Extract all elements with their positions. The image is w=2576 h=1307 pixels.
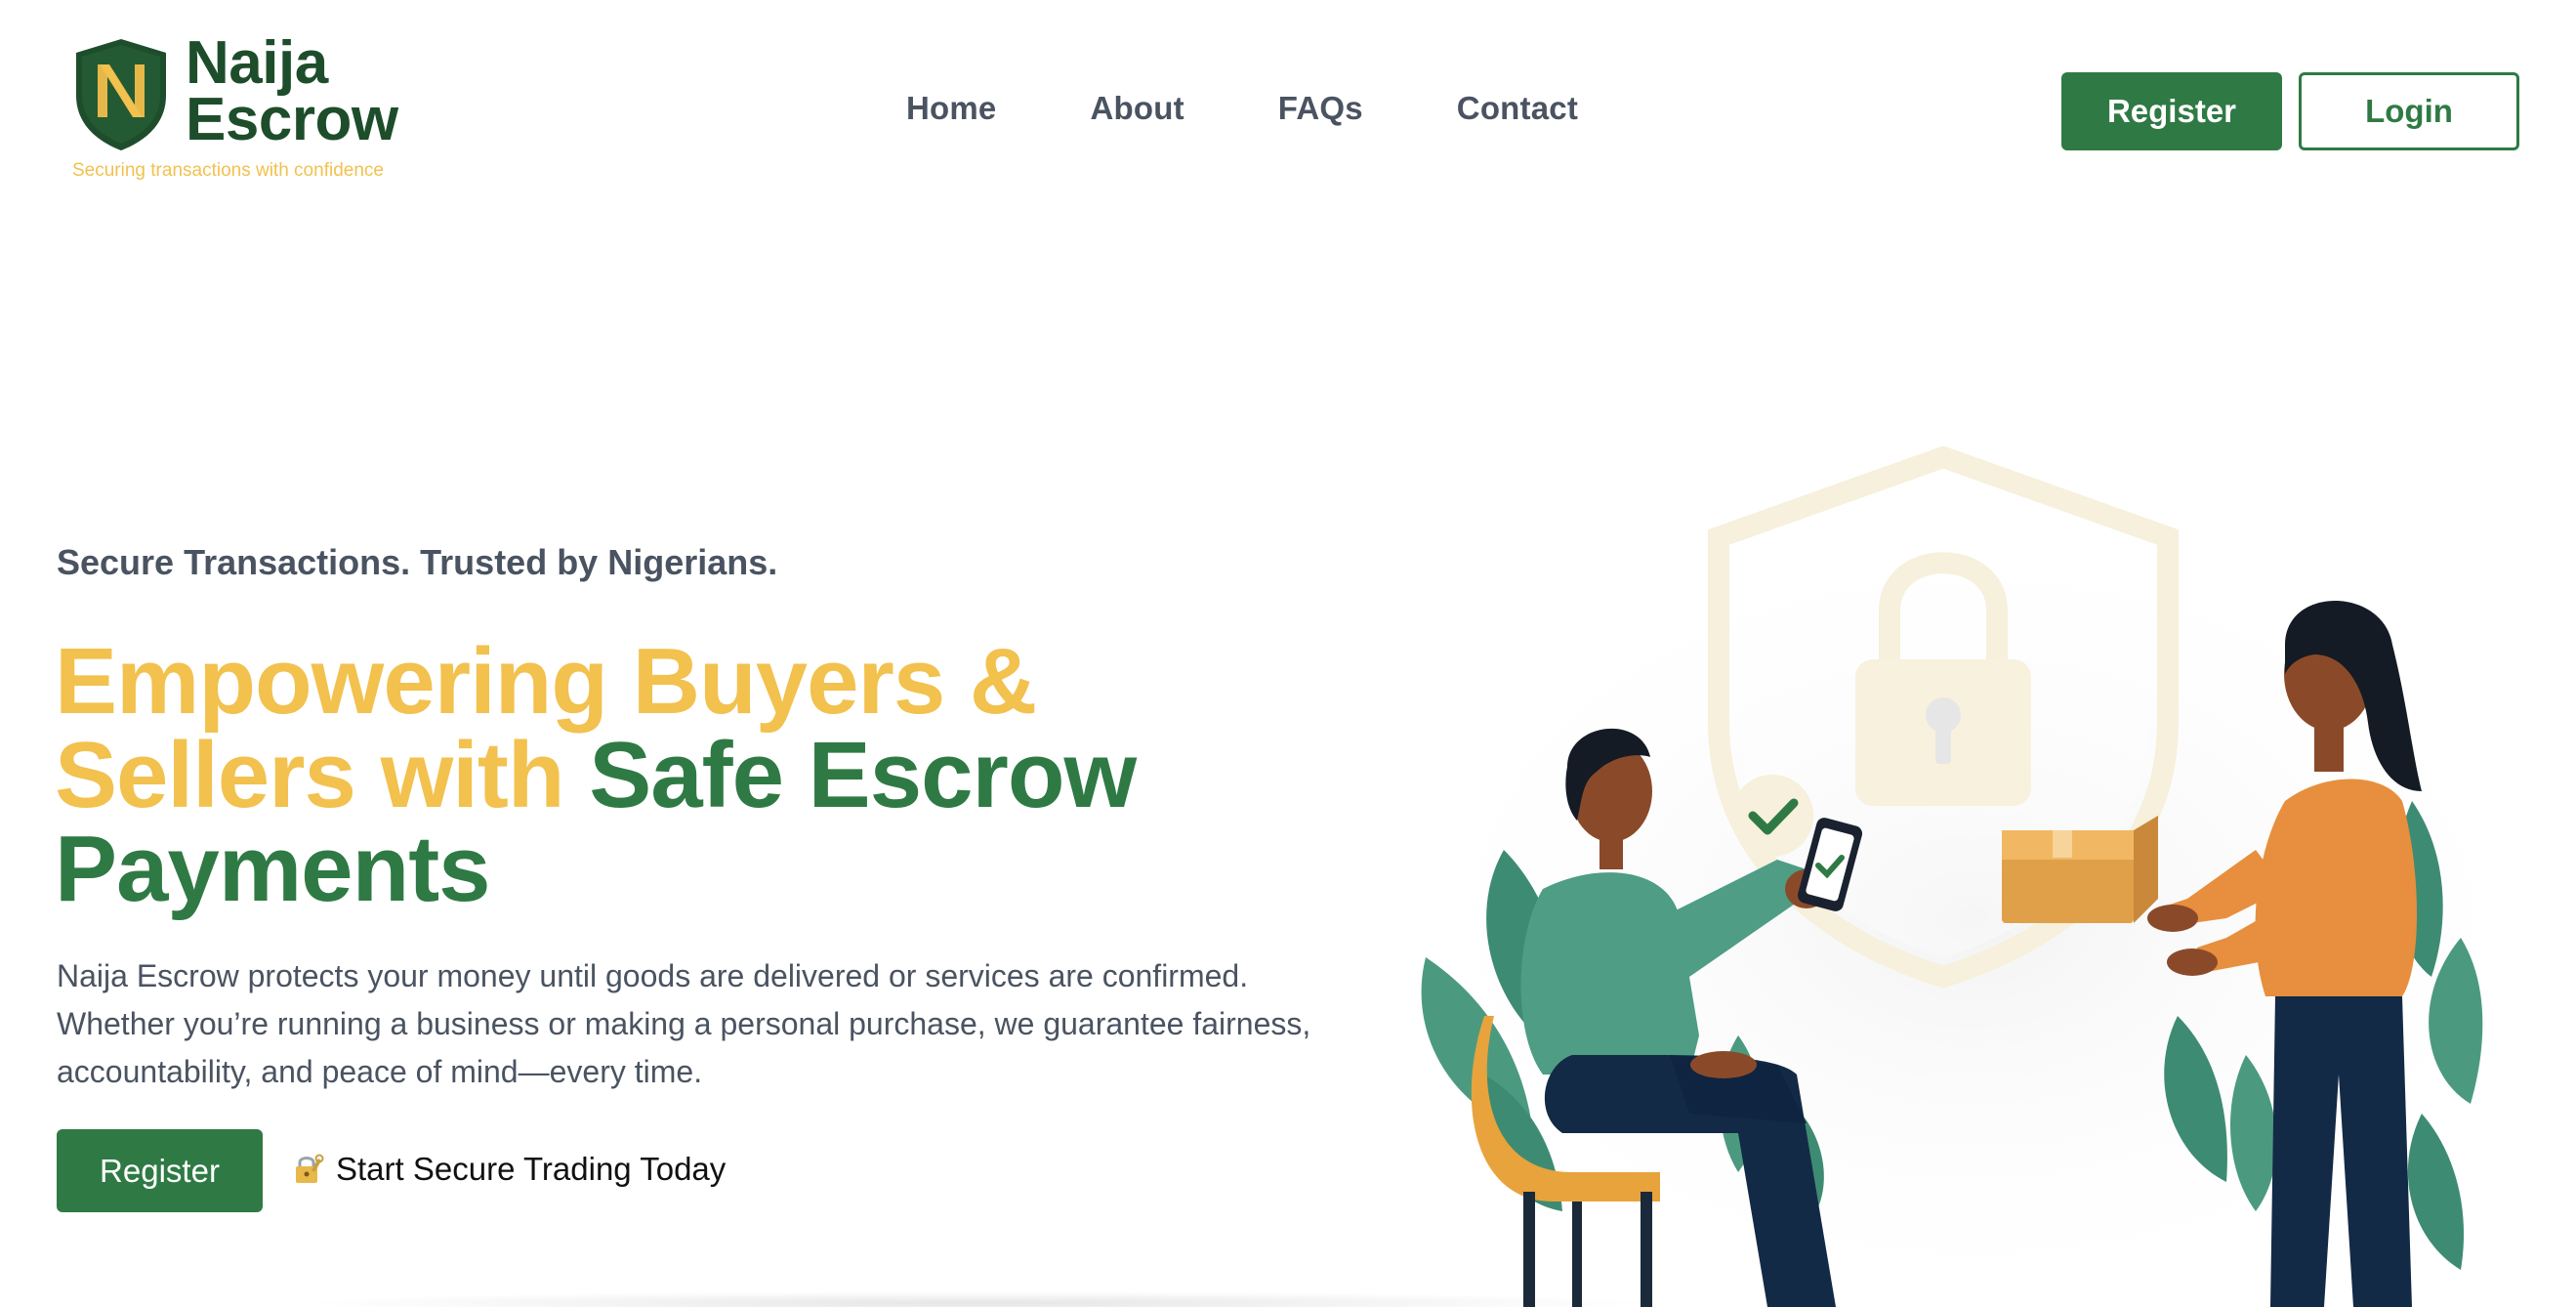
cta-line: Start Secure Trading Today — [291, 1151, 726, 1188]
brand-logo[interactable]: Naija Escrow Securing transactions with … — [70, 29, 422, 191]
nav-faqs[interactable]: FAQs — [1278, 90, 1363, 127]
hero-register-button[interactable]: Register — [57, 1129, 263, 1212]
hero-title-part3: Safe Escrow — [589, 723, 1137, 827]
check-bubble-icon — [1731, 775, 1813, 857]
lock-with-key-icon — [296, 1154, 324, 1183]
cta-text: Start Secure Trading Today — [336, 1151, 727, 1187]
hero-title-part2: Sellers with — [55, 723, 590, 827]
shield-n-icon — [76, 39, 166, 150]
header-login-button[interactable]: Login — [2299, 72, 2519, 150]
brand-name: Naija Escrow — [186, 29, 398, 153]
nav-about[interactable]: About — [1091, 90, 1184, 127]
buyer-seller-escrow-illustration — [1367, 445, 2576, 1307]
header-register-button[interactable]: Register — [2061, 72, 2282, 150]
hero-title-part4: Payments — [55, 817, 491, 921]
hero-description: Naija Escrow protects your money until g… — [57, 958, 1311, 1089]
nav-home[interactable]: Home — [906, 90, 997, 127]
main-nav: Home About FAQs Contact — [906, 90, 1578, 127]
hero-title-part1: Empowering Buyers & — [55, 629, 1037, 734]
hero-title: Empowering Buyers & Sellers with Safe Es… — [55, 635, 1226, 916]
brand-tagline: Securing transactions with confidence — [72, 160, 384, 181]
hero-subtitle: Secure Transactions. Trusted by Nigerian… — [57, 542, 778, 582]
landing-page: Naija Escrow Securing transactions with … — [0, 0, 2576, 1307]
section-divider-shadow — [293, 1291, 1660, 1307]
nav-contact[interactable]: Contact — [1457, 90, 1578, 127]
package-box-icon — [2002, 816, 2158, 923]
